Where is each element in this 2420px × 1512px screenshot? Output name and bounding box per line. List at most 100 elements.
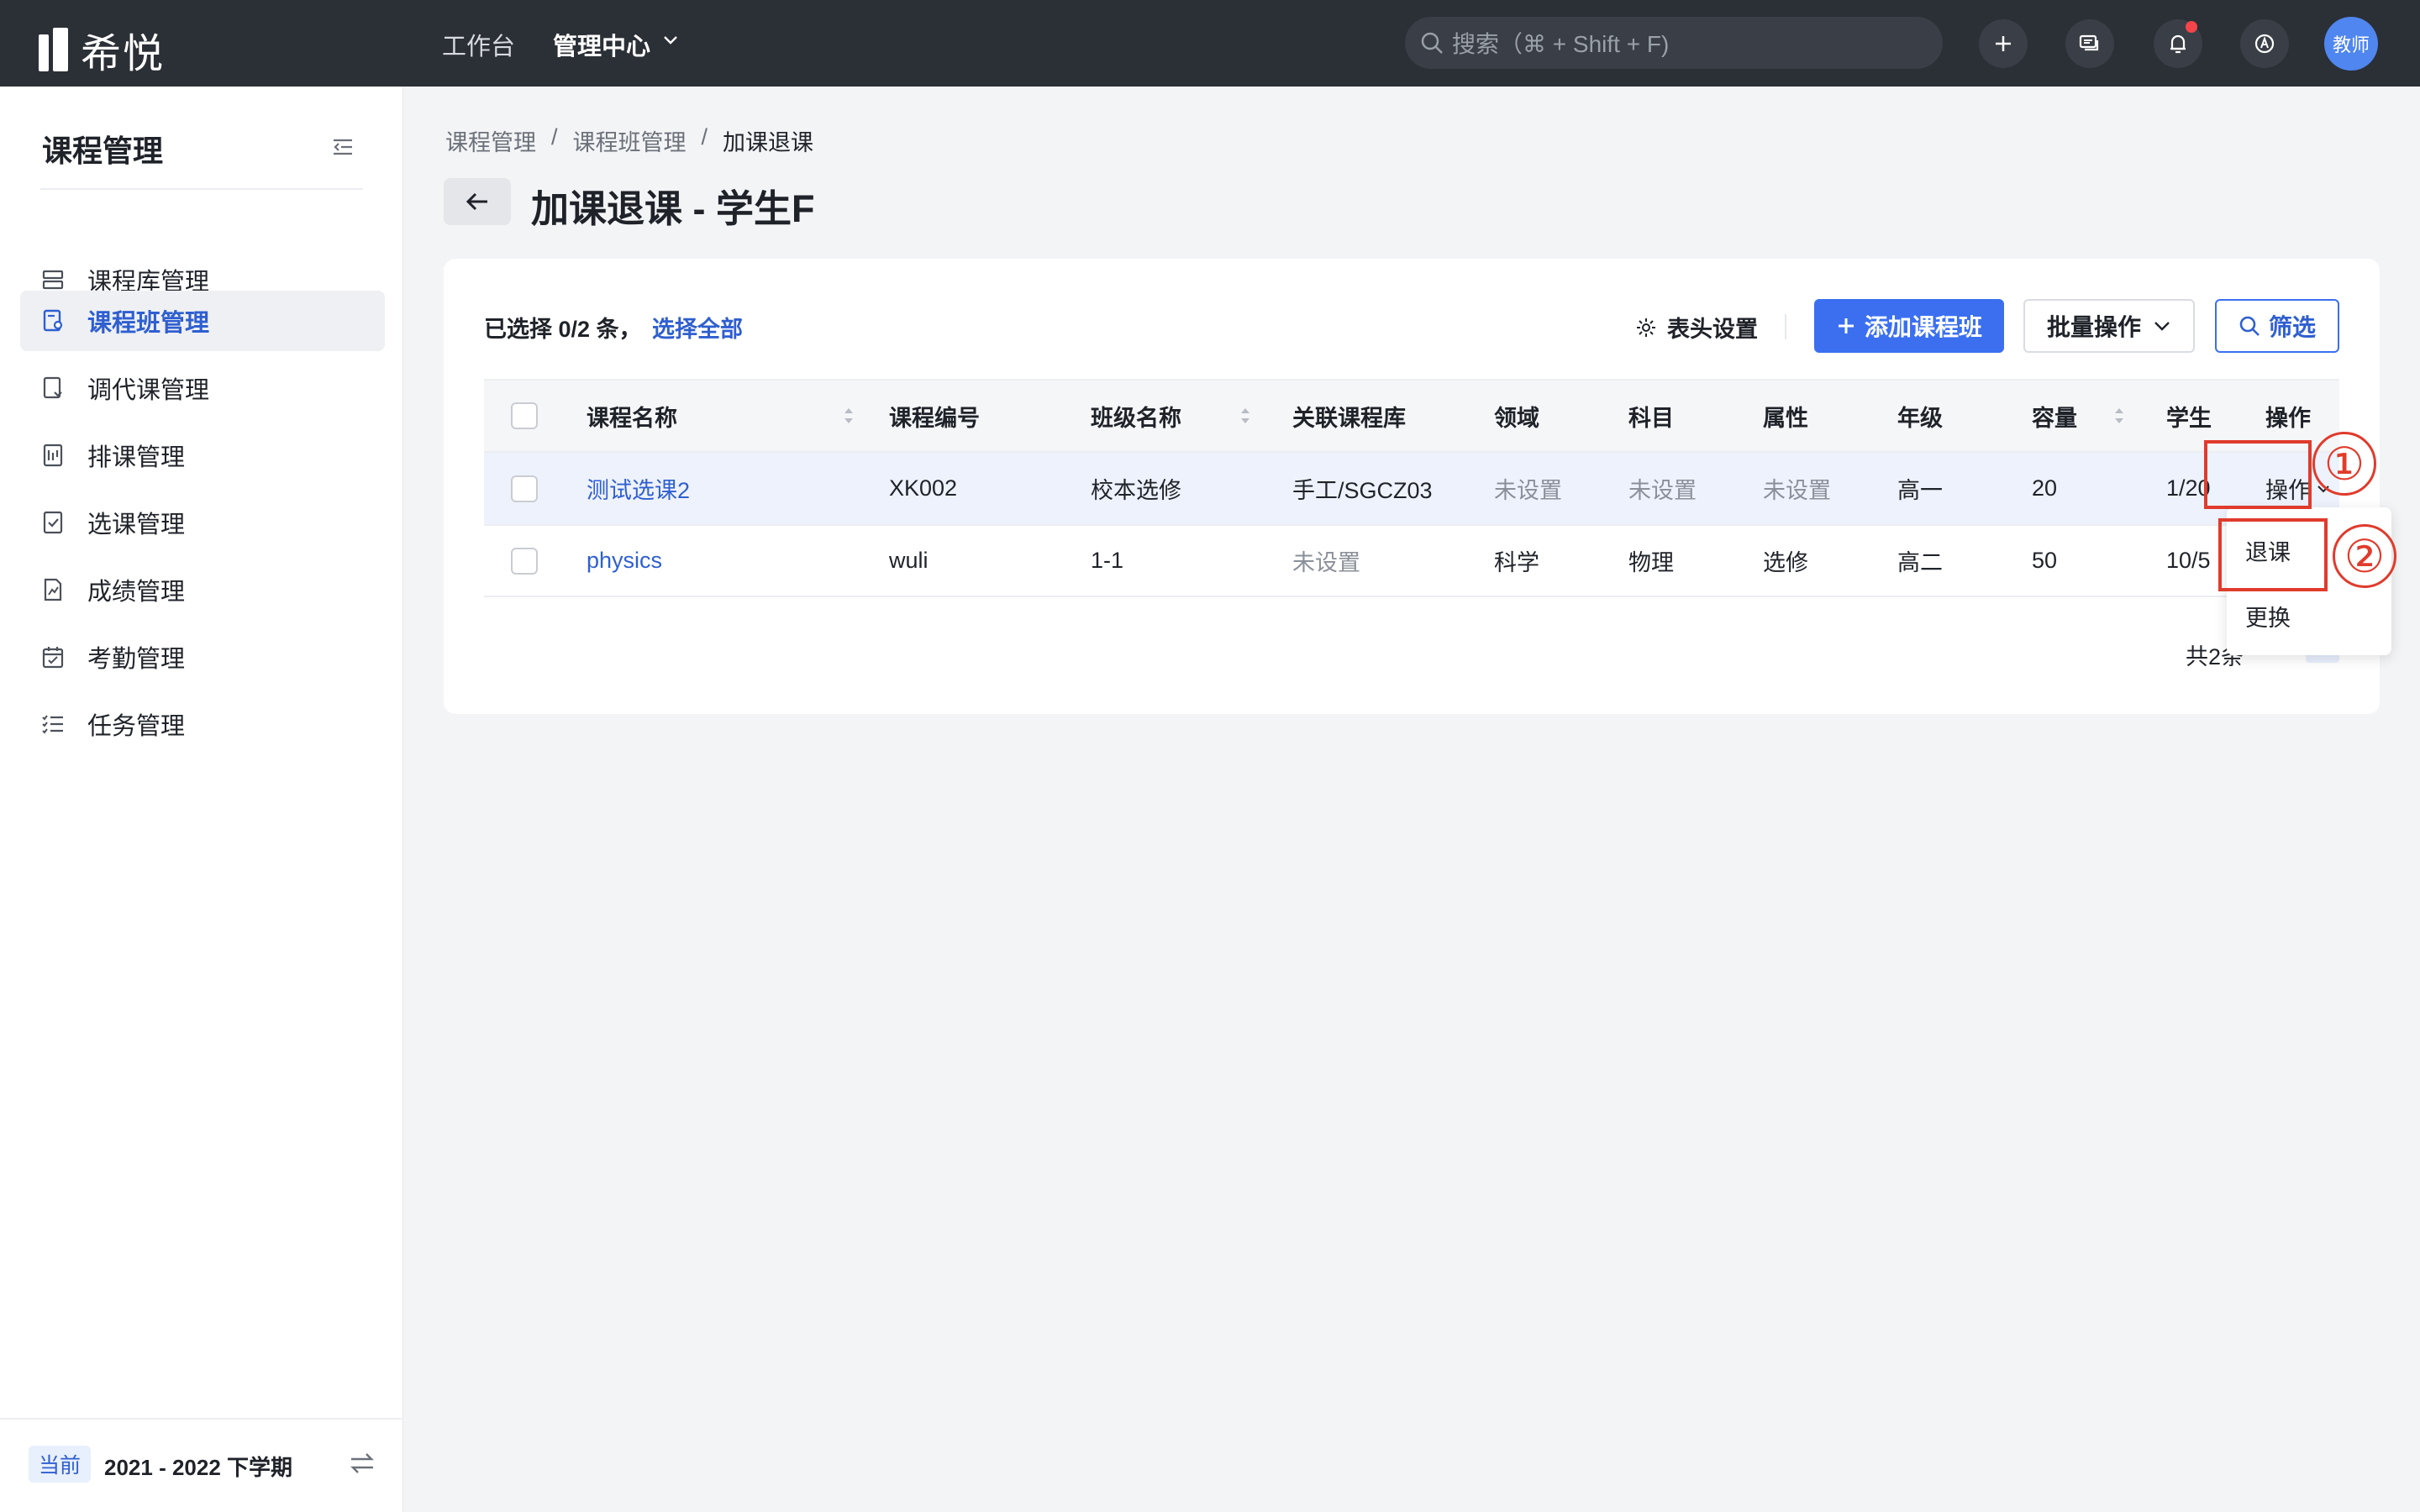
- column-header-library: 关联课程库: [1292, 405, 1406, 431]
- column-header-capacity[interactable]: 容量: [2032, 381, 2126, 451]
- course-class-table: 课程名称 课程编号 班级名称 关联课程库 领域 科目 属性 年级 容量 学生 操…: [484, 379, 2339, 597]
- logo-mark-icon: [39, 28, 69, 71]
- task-list-icon: [42, 715, 63, 734]
- sidebar-item-selection[interactable]: 选课管理: [20, 492, 385, 553]
- grade-value: 高二: [1897, 550, 1943, 575]
- messages-button[interactable]: [2065, 19, 2114, 68]
- sidebar-item-attendance[interactable]: 考勤管理: [20, 627, 385, 687]
- collapse-sidebar-icon[interactable]: [331, 135, 355, 159]
- course-code: wuli: [889, 548, 929, 573]
- breadcrumb-item[interactable]: 课程管理: [445, 124, 536, 157]
- course-name-link[interactable]: 测试选课2: [587, 453, 690, 524]
- notification-dot: [2186, 21, 2197, 33]
- attr-value: 未设置: [1763, 478, 1831, 503]
- add-course-class-button[interactable]: 添加课程班: [1814, 299, 2004, 353]
- sidebar-item-label: 调代课管理: [87, 377, 210, 404]
- select-all-link[interactable]: 选择全部: [652, 311, 743, 344]
- row-checkbox[interactable]: [511, 475, 538, 502]
- nav-management-center[interactable]: 管理中心: [553, 27, 650, 62]
- sidebar-item-course-class[interactable]: 课程班管理: [20, 291, 385, 351]
- current-term-badge: 当前: [29, 1446, 92, 1483]
- chat-icon: [2079, 34, 2099, 51]
- notifications-button[interactable]: [2154, 19, 2202, 68]
- breadcrumb-separator: /: [701, 124, 708, 150]
- grades-icon: [44, 578, 62, 601]
- course-library-icon: [42, 270, 64, 290]
- top-bar: 希悦 工作台 管理中心 搜索（⌘ + Shift + F) 教师: [0, 0, 2420, 87]
- sidebar-divider: [40, 188, 363, 190]
- step-1-marker: ①: [2312, 432, 2376, 496]
- table-row[interactable]: 测试选课2 XK002 校本选修 手工/SGCZ03 未设置 未设置 未设置 高…: [484, 451, 2339, 524]
- attendance-icon: [42, 647, 64, 669]
- compass-icon: [2254, 34, 2275, 54]
- highlight-box-step1: [2204, 440, 2312, 509]
- app-logo[interactable]: 希悦: [39, 20, 165, 79]
- column-header-subject: 科目: [1628, 405, 1674, 431]
- sidebar-item-label: 成绩管理: [87, 579, 186, 606]
- attr-value: 选修: [1763, 550, 1808, 575]
- selection-icon: [43, 511, 63, 534]
- search-icon: [1421, 32, 1443, 54]
- plus-icon: [1996, 36, 2011, 51]
- column-settings-button[interactable]: 表头设置: [1635, 311, 1758, 344]
- batch-actions-button[interactable]: 批量操作: [2023, 299, 2195, 353]
- bell-icon: [2170, 34, 2186, 54]
- column-header-label: 班级名称: [1091, 405, 1181, 431]
- column-header-field: 领域: [1494, 405, 1539, 431]
- capacity-value: 50: [2032, 548, 2058, 573]
- table-row[interactable]: physics wuli 1-1 未设置 科学 物理 选修 高二 50 10/5: [484, 524, 2339, 597]
- search-placeholder: 搜索（⌘ + Shift + F): [1452, 31, 1670, 57]
- menu-item-change-course[interactable]: 更换: [2245, 600, 2291, 633]
- grade-value: 高一: [1897, 478, 1943, 503]
- select-all-checkbox[interactable]: [511, 402, 538, 429]
- column-header-attr: 属性: [1763, 405, 1808, 431]
- selection-count: 已选择 0/2 条，: [484, 317, 642, 342]
- add-course-class-label: 添加课程班: [1864, 314, 1982, 340]
- plus-icon: [1838, 318, 1854, 333]
- column-header-class[interactable]: 班级名称: [1091, 381, 1252, 451]
- app-switch-button[interactable]: [2240, 19, 2289, 68]
- course-name-link[interactable]: physics: [587, 526, 662, 596]
- sidebar: 课程管理 课程库管理 课程班管理 调代课管理 排课管理 选课管理 成绩管理 考勤…: [0, 87, 403, 1512]
- sort-icon[interactable]: [2112, 405, 2126, 427]
- sidebar-item-tasks[interactable]: 任务管理: [20, 694, 385, 754]
- column-header-name[interactable]: 课程名称: [587, 381, 855, 451]
- field-value: 科学: [1494, 550, 1539, 575]
- sidebar-item-label: 任务管理: [87, 713, 186, 740]
- chevron-down-icon[interactable]: [662, 32, 679, 49]
- breadcrumb-separator: /: [551, 124, 558, 150]
- subject-value: 物理: [1628, 550, 1674, 575]
- filter-button[interactable]: 筛选: [2215, 299, 2339, 353]
- students-value: 10/5: [2166, 548, 2211, 573]
- sort-icon[interactable]: [842, 405, 855, 427]
- step-2-marker: ②: [2333, 524, 2396, 588]
- breadcrumb-item[interactable]: 课程班管理: [573, 124, 687, 157]
- batch-actions-label: 批量操作: [2046, 314, 2141, 340]
- sort-icon[interactable]: [1239, 405, 1252, 427]
- avatar[interactable]: 教师: [2324, 17, 2378, 71]
- toolbar-divider: [1785, 314, 1786, 339]
- course-code: XK002: [889, 475, 958, 501]
- filter-label: 筛选: [2268, 314, 2316, 340]
- search-icon: [2239, 316, 2260, 336]
- subject-value: 未设置: [1628, 478, 1697, 503]
- course-class-card: 已选择 0/2 条， 选择全部 表头设置 添加课程班 批量操作 筛选 课程名称 …: [444, 259, 2380, 714]
- search-input[interactable]: 搜索（⌘ + Shift + F): [1405, 17, 1943, 69]
- back-button[interactable]: [444, 178, 511, 225]
- class-name: 校本选修: [1091, 478, 1181, 503]
- column-header-label: 容量: [2032, 405, 2077, 431]
- breadcrumb: 课程管理 / 课程班管理 / 加课退课: [445, 124, 813, 157]
- column-settings-label: 表头设置: [1667, 317, 1758, 342]
- column-header-label: 课程名称: [587, 405, 677, 431]
- course-class-icon: [43, 309, 63, 332]
- sidebar-item-substitute[interactable]: 调代课管理: [20, 358, 385, 418]
- switch-term-icon[interactable]: [348, 1451, 376, 1476]
- chevron-down-icon: [2154, 322, 2170, 331]
- nav-workbench[interactable]: 工作台: [442, 27, 515, 62]
- sidebar-item-schedule[interactable]: 排课管理: [20, 425, 385, 486]
- sidebar-item-grades[interactable]: 成绩管理: [20, 559, 385, 620]
- row-checkbox[interactable]: [511, 547, 538, 575]
- course-library: 手工/SGCZ03: [1292, 478, 1433, 503]
- schedule-icon: [43, 444, 63, 467]
- add-button[interactable]: [1979, 19, 2028, 68]
